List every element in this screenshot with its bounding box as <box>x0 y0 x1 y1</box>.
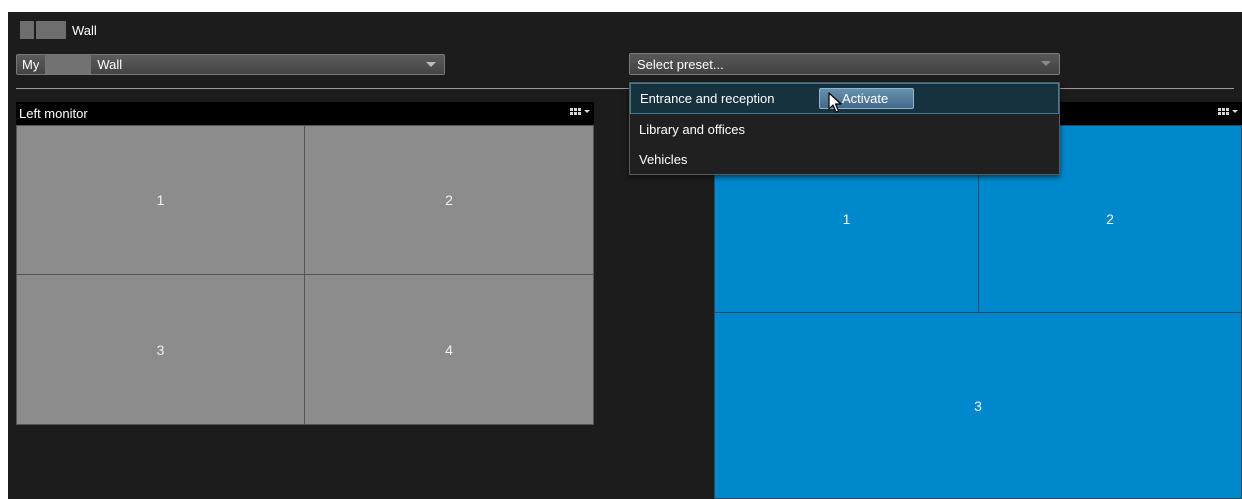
grid-icon <box>1218 108 1229 115</box>
chevron-down-icon <box>1232 110 1238 113</box>
wall-title: Wall <box>20 20 97 40</box>
preset-dropdown[interactable]: Select preset... <box>629 53 1060 75</box>
chevron-down-icon <box>426 62 436 67</box>
preset-menu-item[interactable]: Entrance and reception Activate <box>630 83 1059 114</box>
preset-menu-item-label: Library and offices <box>639 121 745 137</box>
view-cell[interactable]: 3 <box>16 274 305 425</box>
preset-menu: Entrance and reception Activate Library … <box>629 82 1060 175</box>
preset-dropdown-value: Select preset... <box>637 56 724 72</box>
view-cell[interactable]: 3 <box>714 312 1242 499</box>
monitor-layout: 1 2 3 4 <box>16 125 594 425</box>
redacted-text <box>20 21 34 39</box>
layout-menu-button[interactable] <box>1218 108 1238 115</box>
smart-wall-panel: Wall My Wall Select preset... Left monit… <box>8 12 1242 499</box>
redacted-text <box>36 21 66 39</box>
chevron-down-icon <box>584 110 590 113</box>
redacted-text <box>45 55 92 74</box>
wall-dropdown-prefix: My <box>22 57 40 72</box>
preset-menu-item[interactable]: Vehicles <box>630 144 1059 174</box>
mouse-pointer-icon <box>828 92 842 113</box>
preset-menu-item-label: Entrance and reception <box>640 91 775 106</box>
preset-menu-item-label: Vehicles <box>639 151 688 167</box>
left-monitor: Left monitor 1 2 3 4 <box>16 102 594 425</box>
chevron-down-icon <box>1041 61 1051 66</box>
wall-dropdown-suffix: Wall <box>97 57 123 72</box>
wall-title-text: Wall <box>72 22 97 38</box>
monitor-title: Left monitor <box>19 106 88 121</box>
grid-icon <box>570 108 581 115</box>
view-cell[interactable]: 2 <box>304 125 594 275</box>
wall-dropdown[interactable]: My Wall <box>16 54 445 75</box>
monitor-layout: 1 2 3 <box>714 125 1242 499</box>
view-cell[interactable]: 1 <box>16 125 305 275</box>
monitor-header: Left monitor <box>16 102 594 125</box>
view-cell[interactable]: 4 <box>304 274 594 425</box>
preset-menu-item[interactable]: Library and offices <box>630 114 1059 144</box>
layout-menu-button[interactable] <box>570 108 590 115</box>
